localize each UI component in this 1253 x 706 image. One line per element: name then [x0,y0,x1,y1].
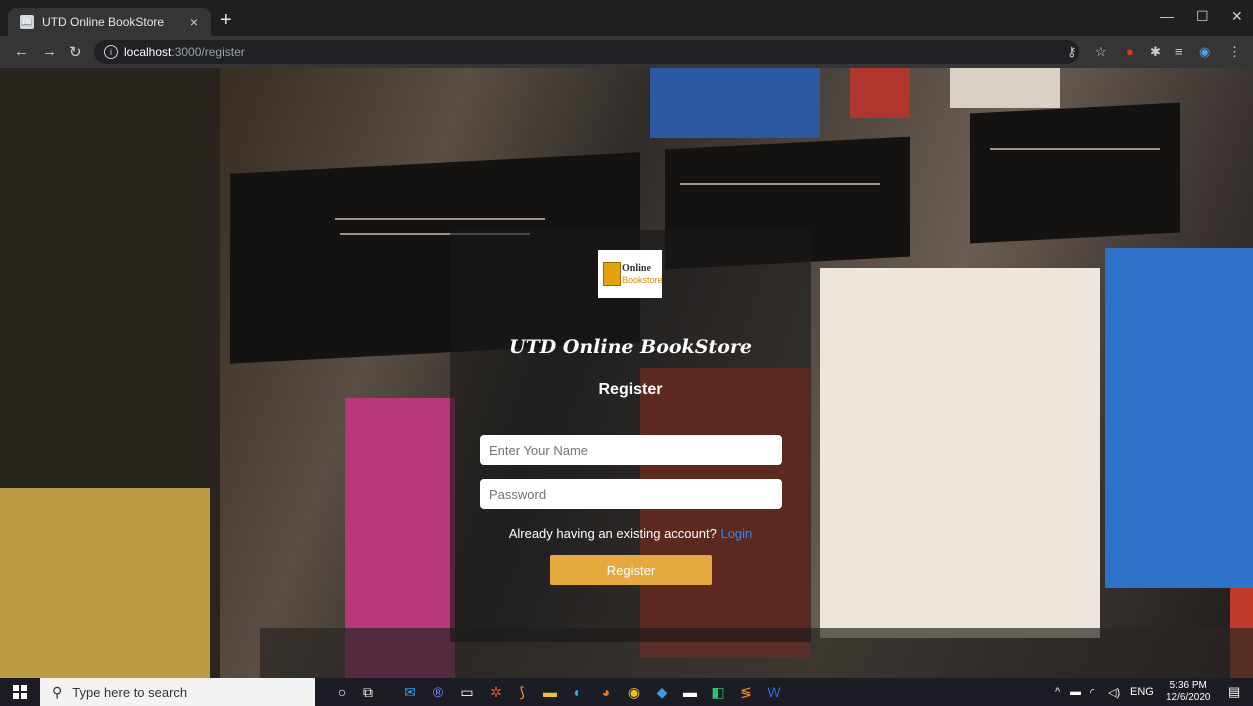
reading-list-icon[interactable]: ≡ [1175,44,1183,59]
network-icon[interactable]: ◜ [1090,686,1094,699]
bug-icon[interactable]: ✲ [486,682,506,702]
volume-icon[interactable]: ◁) [1108,686,1120,699]
console-icon[interactable]: ▬ [680,682,700,702]
bookstore-logo: Online Bookstore [598,250,663,298]
taskbar-search[interactable]: ⚲ Type here to search [40,678,315,706]
login-prompt: Already having an existing account? Logi… [450,526,811,541]
tray-chevron-icon[interactable]: ^ [1055,686,1060,698]
site-favicon-icon: 📖 [20,15,34,29]
profile-avatar-icon[interactable]: ◉ [1199,44,1210,60]
clock-date: 12/6/2020 [1166,692,1211,703]
tab-register[interactable]: 📖 UTD Online BookStore × [8,8,211,36]
photos-icon[interactable]: ◧ [708,682,728,702]
sublime-icon[interactable]: ≶ [736,682,756,702]
browser-toolbar: ← → ↻ i localhost :3000/register ⚷ ☆ ● ✱… [0,36,1253,68]
site-info-icon[interactable]: i [104,45,118,59]
register-card: Online Bookstore UTD Online BookStore Re… [450,230,811,642]
adblock-extension-icon[interactable]: ● [1126,44,1134,59]
windows-taskbar: ⚲ Type here to search ○ ⧉ ✉ ® ▭ ✲ ⟆ ▬ ◐ … [0,678,1253,706]
firefox-icon[interactable]: ◕ [596,682,616,702]
key-icon[interactable]: ⚷ [1067,44,1077,60]
edge-icon[interactable]: ◐ [568,682,588,702]
logo-text-line2: Bookstore [622,275,663,285]
word-icon[interactable]: W [764,682,784,702]
windows-start-icon[interactable] [13,685,27,699]
url-host: localhost [124,45,172,59]
url-path: :3000/register [171,45,245,59]
password-input[interactable] [480,479,782,509]
minimize-button[interactable]: — [1160,8,1174,24]
reload-icon[interactable]: ↻ [69,43,82,61]
book-icon [603,262,621,286]
star-bookmark-icon[interactable]: ☆ [1095,44,1107,60]
close-window-button[interactable]: ✕ [1231,8,1243,25]
language-indicator[interactable]: ENG [1130,686,1154,698]
form-heading: Register [598,381,663,398]
register-button[interactable]: Register [550,555,712,585]
taskbar-clock[interactable]: 5:36 PM 12/6/2020 [1166,680,1211,704]
address-bar[interactable]: i localhost :3000/register [94,40,1079,64]
cortana-icon[interactable]: ○ [332,682,352,702]
login-prompt-text: Already having an existing account? [508,526,717,541]
taskbar-search-placeholder: Type here to search [72,684,188,700]
tab-title: UTD Online BookStore [42,15,165,29]
login-link[interactable]: Login [720,526,752,541]
search-icon: ⚲ [52,683,63,700]
brand-title: UTD Online BookStore [509,336,752,358]
terminal-icon[interactable]: ▭ [457,682,477,702]
register-page: Online Bookstore UTD Online BookStore Re… [0,68,1253,678]
chrome-icon[interactable]: ◉ [624,682,644,702]
back-arrow-icon[interactable]: ← [14,43,29,60]
file-explorer-icon[interactable]: ▬ [540,682,560,702]
git-icon[interactable]: ◆ [652,682,672,702]
battery-icon[interactable]: ▬ [1070,686,1081,698]
task-view-icon[interactable]: ⧉ [358,682,378,702]
logo-text-line1: Online [622,263,651,274]
maximize-button[interactable]: ☐ [1196,8,1209,25]
new-tab-button[interactable]: + [220,9,232,32]
extensions-puzzle-icon[interactable]: ✱ [1150,44,1161,60]
chrome-menu-icon[interactable]: ⋮ [1228,44,1241,60]
app-r-icon[interactable]: ® [428,682,448,702]
notifications-icon[interactable]: ▤ [1228,684,1240,700]
tab-close-icon[interactable]: × [185,14,203,30]
clock-time: 5:36 PM [1169,680,1207,691]
mail-icon[interactable]: ✉ [400,682,420,702]
name-input[interactable] [480,435,782,465]
bracket-app-icon[interactable]: ⟆ [512,682,532,702]
browser-tab-strip: 📖 UTD Online BookStore × + — ☐ ✕ [0,0,1253,36]
forward-arrow-icon[interactable]: → [42,43,57,60]
